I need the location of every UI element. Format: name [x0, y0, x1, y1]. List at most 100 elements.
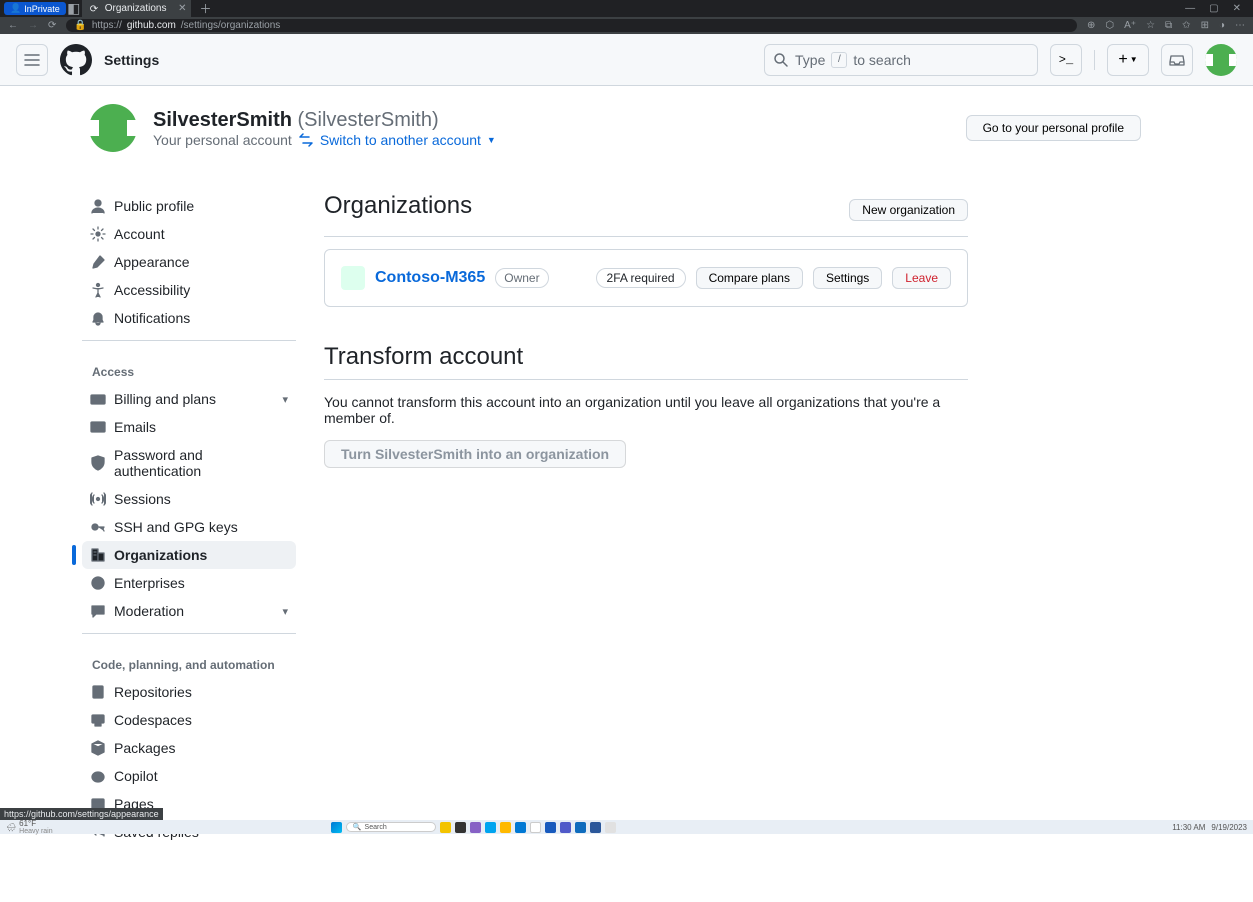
- nav-refresh-button[interactable]: ⟳: [48, 20, 56, 31]
- shopping-icon[interactable]: ⬡: [1105, 20, 1114, 31]
- taskbar-search[interactable]: 🔍 Search: [346, 822, 436, 832]
- taskbar-app-3[interactable]: [470, 822, 481, 833]
- twofa-badge: 2FA required: [596, 268, 686, 288]
- tray-time[interactable]: 11:30 AM: [1172, 823, 1205, 832]
- sidebar-item-sessions[interactable]: Sessions: [82, 485, 296, 513]
- goto-profile-button[interactable]: Go to your personal profile: [966, 115, 1141, 141]
- github-header: Settings Type / to search >_ + ▼: [0, 34, 1253, 86]
- zoom-icon[interactable]: ⊕: [1087, 20, 1095, 31]
- compare-plans-button[interactable]: Compare plans: [696, 267, 803, 289]
- window-controls: — ▢ ✕: [1185, 3, 1249, 14]
- sidebar-item-codespaces[interactable]: Codespaces: [82, 706, 296, 734]
- create-new-button[interactable]: + ▼: [1107, 44, 1149, 76]
- more-icon[interactable]: ⋯: [1235, 20, 1245, 31]
- address-bar[interactable]: 🔒 https://github.com/settings/organizati…: [66, 19, 1077, 32]
- sidebar-item-copilot[interactable]: Copilot: [82, 762, 296, 790]
- sidebar-item-appearance[interactable]: Appearance: [82, 248, 296, 276]
- nav-back-button[interactable]: ←: [8, 20, 18, 31]
- textsize-icon[interactable]: A⁺: [1124, 20, 1136, 31]
- notifications-button[interactable]: [1161, 44, 1193, 76]
- user-avatar[interactable]: [1205, 44, 1237, 76]
- command-palette-icon: >_: [1059, 53, 1073, 67]
- taskbar-search-icon: 🔍: [353, 823, 362, 831]
- sidebar-item-public-profile[interactable]: Public profile: [82, 192, 296, 220]
- command-palette-button[interactable]: >_: [1050, 44, 1082, 76]
- shield-icon: [90, 455, 106, 471]
- org-name-link[interactable]: Contoso-M365: [375, 269, 485, 287]
- window-minimize-button[interactable]: —: [1185, 3, 1195, 14]
- browser-tab-organizations[interactable]: ⟳ Organizations ✕: [82, 0, 192, 17]
- package-icon: [90, 740, 106, 756]
- window-close-button[interactable]: ✕: [1233, 3, 1241, 14]
- tray-date[interactable]: 9/19/2023: [1211, 823, 1247, 832]
- taskbar-app-7[interactable]: [530, 822, 541, 833]
- sidebar-item-organizations[interactable]: Organizations: [82, 541, 296, 569]
- taskbar-app-5[interactable]: [500, 822, 511, 833]
- taskbar-app-8[interactable]: [545, 822, 556, 833]
- sidebar-item-label: Sessions: [114, 491, 171, 507]
- sidebar-divider: [82, 340, 296, 341]
- tab-close-icon[interactable]: ✕: [178, 3, 186, 14]
- brush-icon: [90, 254, 106, 270]
- taskbar-app-1[interactable]: [440, 822, 451, 833]
- switch-account-link[interactable]: Switch to another account: [320, 132, 481, 148]
- sidebar-item-password-and-authentication[interactable]: Password and authentication: [82, 441, 296, 485]
- sidebar-item-emails[interactable]: Emails: [82, 413, 296, 441]
- new-tab-button[interactable]: ＋: [191, 0, 219, 17]
- taskbar-search-placeholder: Search: [365, 824, 387, 831]
- sidebar-section-access: Access: [82, 349, 296, 385]
- split-icon[interactable]: ⧉: [1165, 20, 1172, 31]
- tab-favicon-icon: ⟳: [90, 4, 100, 14]
- comment-icon: [90, 603, 106, 619]
- broadcast-icon: [90, 491, 106, 507]
- tab-indicator-icon[interactable]: ◧: [66, 1, 82, 17]
- profile-display-name: SilvesterSmith: [153, 109, 292, 131]
- global-search[interactable]: Type / to search: [764, 44, 1038, 76]
- sidebar-item-label: Moderation: [114, 603, 184, 619]
- sidebar-item-notifications[interactable]: Notifications: [82, 304, 296, 332]
- weather-widget[interactable]: 🌧 61°F Heavy rain: [6, 819, 53, 835]
- sidebar-item-accessibility[interactable]: Accessibility: [82, 276, 296, 304]
- leave-org-button[interactable]: Leave: [892, 267, 951, 289]
- sidebar-item-enterprises[interactable]: Enterprises: [82, 569, 296, 597]
- owner-badge: Owner: [495, 268, 548, 288]
- sidebar-item-ssh-and-gpg-keys[interactable]: SSH and GPG keys: [82, 513, 296, 541]
- sidebar-item-billing-and-plans[interactable]: Billing and plans ▾: [82, 385, 296, 413]
- browser-titlebar: 👤 InPrivate ◧ ⟳ Organizations ✕ ＋ — ▢ ✕: [0, 0, 1253, 17]
- browser-tabs: 👤 InPrivate ◧ ⟳ Organizations ✕ ＋: [4, 0, 219, 17]
- weather-icon: 🌧: [6, 823, 16, 832]
- taskbar-app-4[interactable]: [485, 822, 496, 833]
- taskbar-app-9[interactable]: [560, 822, 571, 833]
- profile-icon[interactable]: ◑: [1219, 20, 1225, 31]
- taskbar-app-11[interactable]: [590, 822, 601, 833]
- profile-avatar-icon[interactable]: [89, 104, 137, 152]
- new-organization-button[interactable]: New organization: [849, 199, 968, 221]
- divider: [1094, 50, 1095, 70]
- taskbar-app-10[interactable]: [575, 822, 586, 833]
- sidebar-item-label: Billing and plans: [114, 391, 216, 407]
- window-maximize-button[interactable]: ▢: [1209, 3, 1218, 14]
- copilot-icon: [90, 768, 106, 784]
- sidebar-item-repositories[interactable]: Repositories: [82, 678, 296, 706]
- taskbar-app-6[interactable]: [515, 822, 526, 833]
- search-prefix: Type: [795, 52, 825, 68]
- sidebar-item-moderation[interactable]: Moderation ▾: [82, 597, 296, 625]
- hamburger-button[interactable]: [16, 44, 48, 76]
- taskbar-center: 🔍 Search: [331, 822, 616, 833]
- favorites-bar-icon[interactable]: ✩: [1182, 20, 1190, 31]
- sidebar-item-label: Enterprises: [114, 575, 185, 591]
- profile-names: SilvesterSmith (SilvesterSmith) Your per…: [153, 109, 496, 148]
- extensions-icon[interactable]: ⊞: [1201, 20, 1209, 31]
- github-logo-icon[interactable]: [60, 44, 92, 76]
- profile-title: SilvesterSmith (SilvesterSmith): [153, 109, 496, 132]
- sidebar-item-account[interactable]: Account: [82, 220, 296, 248]
- toolbar-actions: ⊕ ⬡ A⁺ ☆ ⧉ ✩ ⊞ ◑ ⋯: [1087, 20, 1245, 31]
- favorite-icon[interactable]: ☆: [1146, 20, 1155, 31]
- start-button[interactable]: [331, 822, 342, 833]
- sidebar-item-packages[interactable]: Packages: [82, 734, 296, 762]
- taskbar-app-2[interactable]: [455, 822, 466, 833]
- mail-icon: [90, 419, 106, 435]
- org-settings-button[interactable]: Settings: [813, 267, 882, 289]
- taskbar-app-12[interactable]: [605, 822, 616, 833]
- inprivate-badge[interactable]: 👤 InPrivate: [4, 2, 66, 15]
